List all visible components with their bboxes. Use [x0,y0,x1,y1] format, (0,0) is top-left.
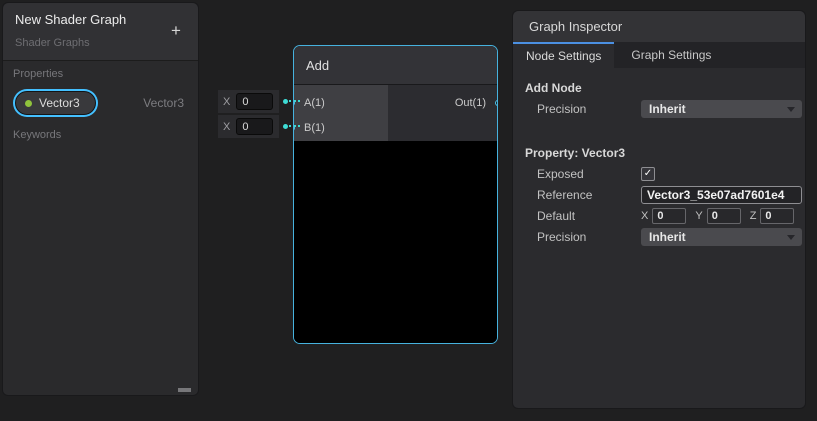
property-precision-dropdown[interactable]: Inherit [641,228,802,246]
node-input-section: A(1) B(1) [294,85,388,141]
port-b-value-input[interactable] [236,118,273,135]
input-port-row-b: B(1) [294,115,388,140]
dropdown-arrow-icon [787,107,795,112]
default-label: Default [537,209,641,223]
port-b-default-widget: X [218,115,279,138]
panel-resize-grip[interactable] [178,388,191,392]
tab-graph-settings[interactable]: Graph Settings [614,42,728,68]
node-precision-dropdown[interactable]: Inherit [641,100,802,118]
exposed-row: Exposed ✓ [513,163,805,184]
wire-b-icon [289,125,300,127]
property-type-label: Vector3 [143,96,184,110]
property-heading: Property: Vector3 [525,146,805,160]
default-row: Default X Y Z [513,205,805,226]
inspector-title[interactable]: Graph Inspector [513,11,805,42]
add-node: Add A(1) B(1) Out(1) [293,45,498,344]
inspector-content: Add Node Precision Inherit Property: Vec… [513,68,805,247]
port-a-axis-label: X [223,96,230,108]
property-row: Vector3 Vector3 [3,86,198,120]
output-port-row: Out(1) [388,90,497,115]
keywords-section-label: Keywords [3,120,198,147]
wire-b-dot-icon [283,124,288,129]
default-z-input[interactable] [760,208,794,224]
reference-input[interactable]: Vector3_53e07ad7601e4 [641,186,802,204]
default-z-label: Z [750,210,757,222]
property-pill-vector3[interactable]: Vector3 [15,91,96,115]
property-precision-label: Precision [537,230,641,244]
output-port-label: Out(1) [455,97,486,109]
graph-subtitle: Shader Graphs [15,37,186,49]
blackboard-panel: New Shader Graph + Shader Graphs Propert… [2,2,199,396]
node-title-bar[interactable]: Add [294,46,497,85]
properties-section-label: Properties [3,61,198,86]
input-port-row-a: A(1) [294,90,388,115]
default-y-input[interactable] [707,208,741,224]
wire-a-icon [289,100,300,102]
node-output-section: Out(1) [388,85,497,141]
default-vector-fields: X Y Z [641,208,794,224]
checkmark-icon: ✓ [644,168,652,179]
graph-inspector-panel: Graph Inspector Node Settings Graph Sett… [512,10,806,409]
port-a-value-input[interactable] [236,93,273,110]
node-preview [294,141,497,343]
add-node-heading: Add Node [525,81,805,95]
add-property-button[interactable]: + [166,21,186,41]
exposed-checkbox[interactable]: ✓ [641,167,655,181]
input-port-b-label: B(1) [304,122,325,134]
exposed-label: Exposed [537,167,641,181]
blackboard-header: New Shader Graph + Shader Graphs [3,3,198,61]
property-precision-value: Inherit [649,230,686,244]
tab-node-settings[interactable]: Node Settings [513,42,614,68]
default-y-label: Y [695,210,702,222]
node-port-area: A(1) B(1) Out(1) [294,85,497,141]
inspector-tab-bar: Node Settings Graph Settings [513,42,805,68]
property-type-dot-icon [25,100,32,107]
dropdown-arrow-icon [787,235,795,240]
graph-title: New Shader Graph [15,12,186,27]
input-port-a-label: A(1) [304,97,325,109]
reference-label: Reference [537,188,641,202]
default-x-input[interactable] [652,208,686,224]
port-b-axis-label: X [223,121,230,133]
node-precision-value: Inherit [649,102,686,116]
output-port-icon[interactable] [495,100,498,106]
port-a-default-widget: X [218,90,279,113]
node-precision-row: Precision Inherit [513,98,805,119]
default-x-label: X [641,210,648,222]
property-name: Vector3 [39,96,80,110]
reference-row: Reference Vector3_53e07ad7601e4 [513,184,805,205]
wire-a-dot-icon [283,99,288,104]
node-precision-label: Precision [537,102,641,116]
property-precision-row: Precision Inherit [513,226,805,247]
